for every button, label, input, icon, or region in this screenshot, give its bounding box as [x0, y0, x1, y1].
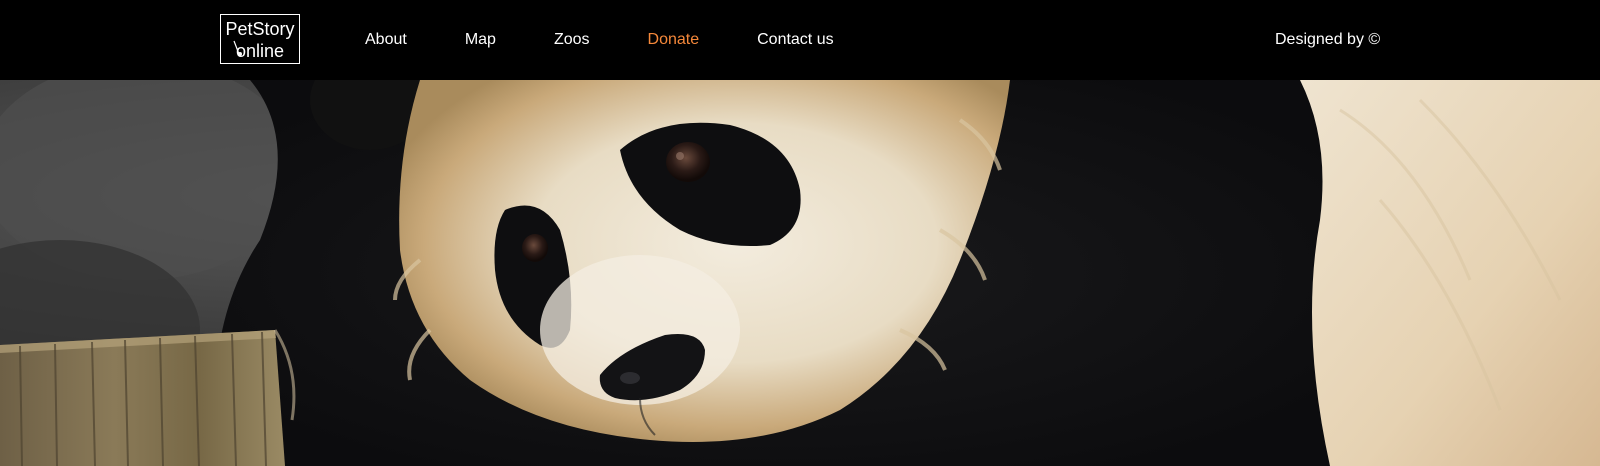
hero-panda-image	[0, 80, 1600, 466]
nav-about[interactable]: About	[365, 31, 407, 49]
logo-paw-icon	[233, 40, 242, 56]
nav-map[interactable]: Map	[465, 31, 496, 49]
nav-contact-us[interactable]: Contact us	[757, 31, 833, 49]
designer-credit[interactable]: Designed by ©	[1275, 0, 1380, 80]
panda-illustration	[0, 80, 1600, 466]
site-header: PetStory online About Map Zoos Donate Co…	[0, 0, 1600, 80]
nav-zoos[interactable]: Zoos	[554, 31, 590, 49]
logo-text-line1: PetStory	[225, 19, 295, 39]
site-logo[interactable]: PetStory online	[220, 14, 300, 64]
nav-donate[interactable]: Donate	[648, 31, 700, 49]
page: PetStory online About Map Zoos Donate Co…	[0, 0, 1600, 466]
main-nav: About Map Zoos Donate Contact us	[365, 0, 892, 80]
